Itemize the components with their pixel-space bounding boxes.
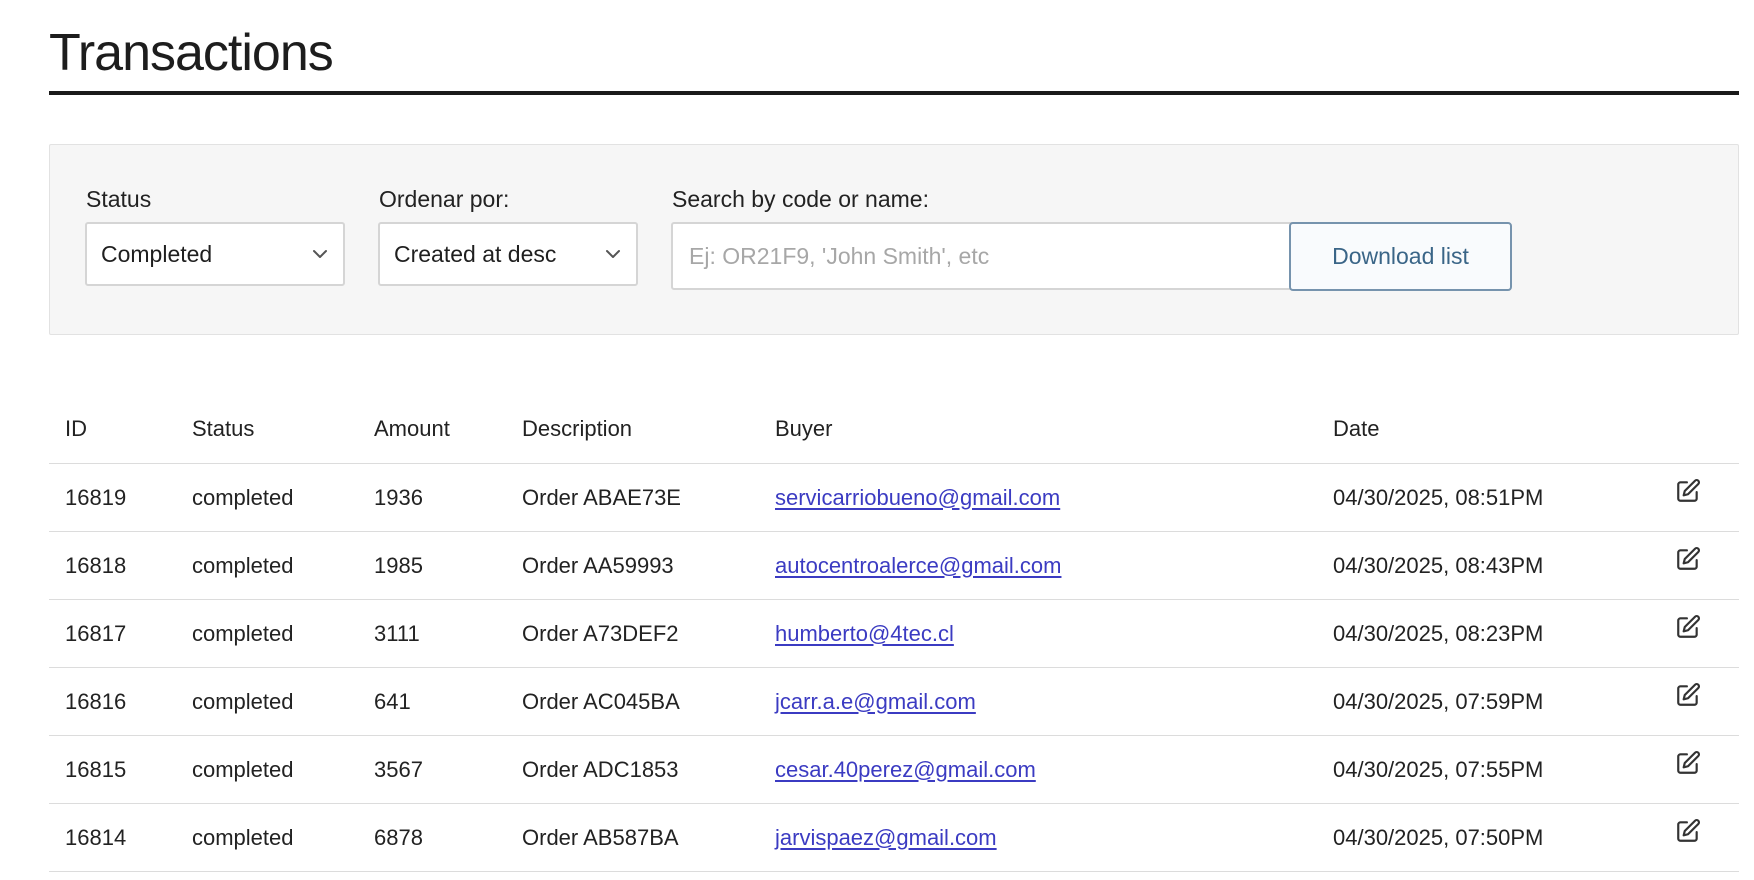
row-amount: 3111 <box>358 599 506 668</box>
order-by-label: Ordenar por: <box>379 186 510 212</box>
row-status: completed <box>176 735 358 804</box>
table-row: 16817 completed 3111 Order A73DEF2 humbe… <box>49 599 1739 668</box>
row-date: 04/30/2025, 07:55PM <box>1317 735 1617 804</box>
order-by-select[interactable]: Created at desc <box>378 222 638 286</box>
buyer-email-link[interactable]: humberto@4tec.cl <box>775 621 954 646</box>
search-input[interactable] <box>671 222 1295 290</box>
row-actions <box>1617 667 1739 736</box>
row-actions <box>1617 531 1739 600</box>
table-row: 16819 completed 1936 Order ABAE73E servi… <box>49 463 1739 532</box>
row-actions <box>1617 735 1739 804</box>
table-row: 16816 completed 641 Order AC045BA jcarr.… <box>49 667 1739 736</box>
row-buyer: cesar.40perez@gmail.com <box>759 735 1317 804</box>
row-buyer: autocentroalerce@gmail.com <box>759 531 1317 600</box>
search-label: Search by code or name: <box>672 186 929 212</box>
table-row: 16814 completed 6878 Order AB587BA jarvi… <box>49 803 1739 872</box>
chevron-down-icon <box>311 245 329 263</box>
buyer-email-link[interactable]: jarvispaez@gmail.com <box>775 825 997 850</box>
row-description: Order AA59993 <box>506 531 759 600</box>
row-id: 16817 <box>49 599 176 668</box>
row-actions <box>1617 599 1739 668</box>
row-description: Order AC045BA <box>506 667 759 736</box>
status-filter-value: Completed <box>101 240 213 267</box>
row-buyer: jcarr.a.e@gmail.com <box>759 667 1317 736</box>
buyer-email-link[interactable]: autocentroalerce@gmail.com <box>775 553 1061 578</box>
row-id: 16818 <box>49 531 176 600</box>
status-filter-label: Status <box>86 186 152 212</box>
row-buyer: humberto@4tec.cl <box>759 599 1317 668</box>
row-date: 04/30/2025, 08:51PM <box>1317 463 1617 532</box>
row-amount: 1936 <box>358 463 506 532</box>
buyer-email-link[interactable]: jcarr.a.e@gmail.com <box>775 689 976 714</box>
row-buyer: servicarriobueno@gmail.com <box>759 463 1317 532</box>
table-row: 16818 completed 1985 Order AA59993 autoc… <box>49 531 1739 600</box>
transactions-page: Transactions Status Completed Ordenar po… <box>0 0 1754 880</box>
row-amount: 6878 <box>358 803 506 872</box>
edit-icon[interactable] <box>1675 546 1701 572</box>
row-amount: 641 <box>358 667 506 736</box>
row-description: Order AB587BA <box>506 803 759 872</box>
row-status: completed <box>176 667 358 736</box>
column-header-amount[interactable]: Amount <box>358 395 506 464</box>
row-date: 04/30/2025, 07:50PM <box>1317 803 1617 872</box>
table-header-row: ID Status Amount Description Buyer Date <box>49 395 1739 464</box>
column-header-status[interactable]: Status <box>176 395 358 464</box>
row-actions <box>1617 803 1739 872</box>
row-status: completed <box>176 463 358 532</box>
row-id: 16819 <box>49 463 176 532</box>
buyer-email-link[interactable]: servicarriobueno@gmail.com <box>775 485 1060 510</box>
edit-icon[interactable] <box>1675 614 1701 640</box>
column-header-actions <box>1617 395 1739 464</box>
row-description: Order ABAE73E <box>506 463 759 532</box>
edit-icon[interactable] <box>1675 682 1701 708</box>
row-status: completed <box>176 803 358 872</box>
table-row: 16815 completed 3567 Order ADC1853 cesar… <box>49 735 1739 804</box>
page-title: Transactions <box>49 24 334 82</box>
row-amount: 3567 <box>358 735 506 804</box>
order-by-value: Created at desc <box>394 240 557 267</box>
row-actions <box>1617 463 1739 532</box>
row-id: 16815 <box>49 735 176 804</box>
column-header-id[interactable]: ID <box>49 395 176 464</box>
row-description: Order A73DEF2 <box>506 599 759 668</box>
transactions-table: ID Status Amount Description Buyer Date … <box>49 395 1739 872</box>
edit-icon[interactable] <box>1675 818 1701 844</box>
title-divider <box>49 91 1739 95</box>
row-status: completed <box>176 531 358 600</box>
row-date: 04/30/2025, 08:23PM <box>1317 599 1617 668</box>
edit-icon[interactable] <box>1675 750 1701 776</box>
row-amount: 1985 <box>358 531 506 600</box>
chevron-down-icon <box>604 245 622 263</box>
download-list-button[interactable]: Download list <box>1289 222 1512 291</box>
row-date: 04/30/2025, 08:43PM <box>1317 531 1617 600</box>
column-header-date[interactable]: Date <box>1317 395 1617 464</box>
status-filter-select[interactable]: Completed <box>85 222 345 286</box>
edit-icon[interactable] <box>1675 478 1701 504</box>
row-date: 04/30/2025, 07:59PM <box>1317 667 1617 736</box>
row-description: Order ADC1853 <box>506 735 759 804</box>
column-header-description[interactable]: Description <box>506 395 759 464</box>
filter-panel: Status Completed Ordenar por: Created at… <box>49 144 1739 335</box>
buyer-email-link[interactable]: cesar.40perez@gmail.com <box>775 757 1036 782</box>
row-status: completed <box>176 599 358 668</box>
column-header-buyer[interactable]: Buyer <box>759 395 1317 464</box>
row-id: 16816 <box>49 667 176 736</box>
row-buyer: jarvispaez@gmail.com <box>759 803 1317 872</box>
row-id: 16814 <box>49 803 176 872</box>
